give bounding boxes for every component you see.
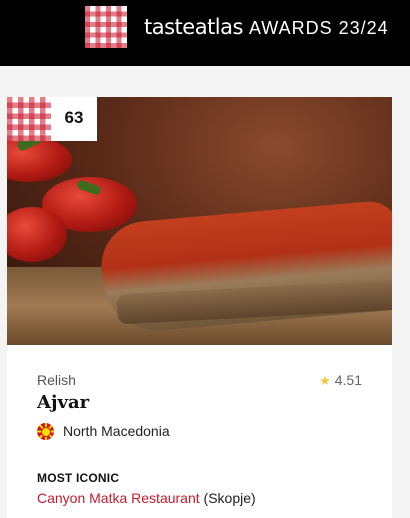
dish-country[interactable]: North Macedonia: [63, 423, 170, 439]
photo-pepper: [7, 207, 67, 262]
star-icon: ★: [319, 373, 331, 388]
header-bar: tasteatlas AWARDS 23/24: [0, 0, 410, 66]
dish-name[interactable]: Ajvar: [37, 392, 89, 413]
dish-card[interactable]: 63 Relish ★ 4.51 Ajvar North Macedonia MO…: [7, 97, 392, 518]
rank-checkered-icon: [7, 97, 51, 141]
restaurant-city: (Skopje): [203, 490, 256, 506]
most-iconic-label: MOST ICONIC: [37, 471, 120, 485]
checkered-logo-icon[interactable]: [85, 6, 127, 48]
dish-rating: ★ 4.51: [319, 372, 362, 389]
awards-label: AWARDS 23/24: [248, 18, 389, 38]
rank-badge: 63: [51, 97, 97, 141]
north-macedonia-flag-icon: [37, 423, 54, 440]
brand-title[interactable]: tasteatlas AWARDS 23/24: [144, 14, 389, 40]
dish-photo[interactable]: 63: [7, 97, 392, 345]
iconic-restaurant: Canyon Matka Restaurant (Skopje): [37, 490, 256, 506]
dish-category[interactable]: Relish: [37, 372, 76, 388]
rating-value: 4.51: [334, 372, 362, 388]
rank-number: 63: [64, 108, 84, 127]
brand-name: tasteatlas: [144, 15, 243, 39]
restaurant-link[interactable]: Canyon Matka Restaurant: [37, 490, 200, 506]
